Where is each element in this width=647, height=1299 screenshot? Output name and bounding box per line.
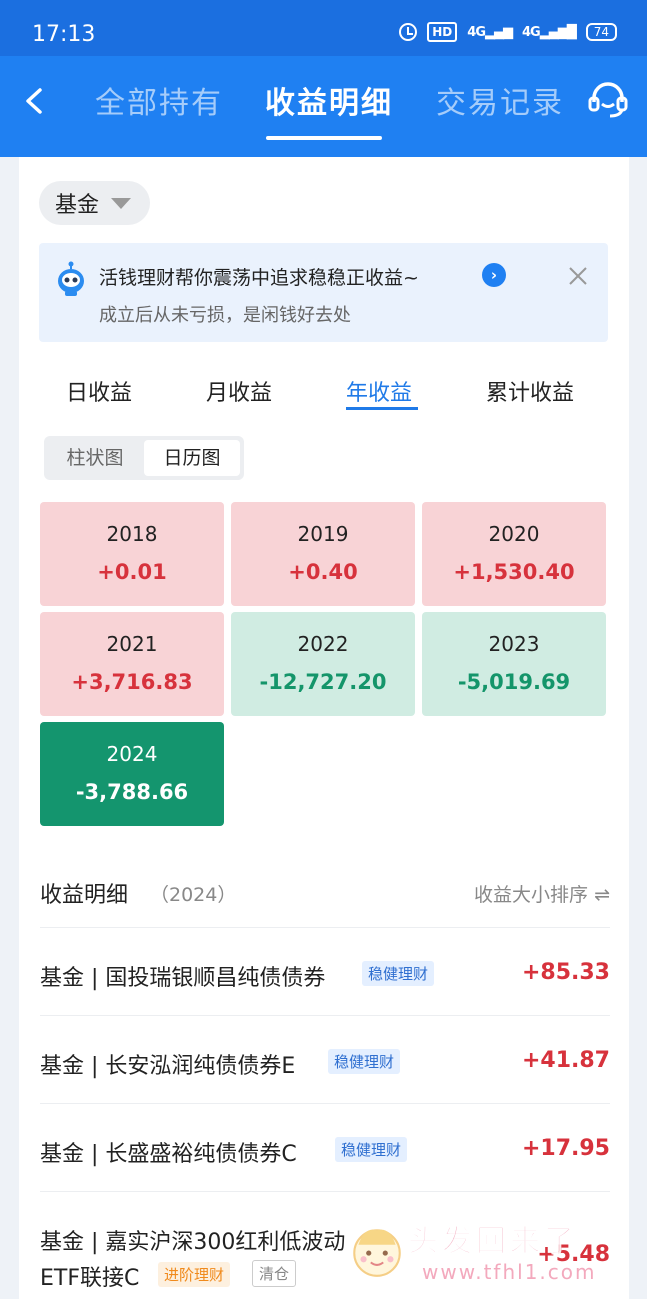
fund-name: 基金 | 嘉实沪深300红利低波动 <box>40 1230 346 1255</box>
banner-subtitle: 成立后从未亏损，是闲钱好去处 <box>99 305 351 326</box>
close-icon[interactable] <box>567 265 589 287</box>
list-item[interactable]: 基金 | 长安泓润纯债债券E 稳健理财 +41.87 <box>40 1015 610 1103</box>
header: 17:13 HD 4G▂▄▆ 4G▂▄▆█ 74 全部持有 收益明细 交易记录 <box>0 0 647 157</box>
risk-tag: 稳健理财 <box>362 961 435 986</box>
year-value: +3,716.83 <box>71 670 193 694</box>
period-tab-cumulative[interactable]: 累计收益 <box>486 375 574 407</box>
year-cell-2024[interactable]: 2024 -3,788.66 <box>40 722 224 826</box>
detail-header: 收益明细 （2024） 收益大小排序 ⇌ <box>40 877 610 909</box>
fund-name-line2: ETF联接C <box>40 1266 140 1291</box>
year-cell-2018[interactable]: 2018 +0.01 <box>40 502 224 606</box>
year-label: 2023 <box>488 632 540 656</box>
year-label: 2021 <box>106 632 158 656</box>
risk-tag: 进阶理财 <box>158 1262 231 1287</box>
view-toggle: 柱状图 日历图 <box>44 436 244 480</box>
status-time: 17:13 <box>32 22 96 47</box>
customer-service-icon[interactable] <box>586 80 630 120</box>
watermark-url: www.tfhl1.com <box>422 1260 597 1284</box>
period-tab-daily[interactable]: 日收益 <box>66 375 132 407</box>
year-value: +0.01 <box>97 560 167 584</box>
top-nav: 全部持有 收益明细 交易记录 <box>0 56 647 157</box>
sort-button[interactable]: 收益大小排序 ⇌ <box>474 880 610 907</box>
year-cell-2020[interactable]: 2020 +1,530.40 <box>422 502 606 606</box>
fund-amount: +17.95 <box>521 1136 610 1161</box>
tab-income-detail[interactable]: 收益明细 <box>265 78 393 122</box>
year-cell-2021[interactable]: 2021 +3,716.83 <box>40 612 224 716</box>
content-card: 基金 活钱理财帮你震荡中追求稳稳正收益~ › 成立后从未亏损，是闲钱好去处 日收… <box>19 157 629 1299</box>
fund-name: 基金 | 国投瑞银顺昌纯债债券 <box>40 966 326 991</box>
list-item[interactable]: 基金 | 国投瑞银顺昌纯债债券 稳健理财 +85.33 <box>40 927 610 1015</box>
robot-mascot-icon <box>58 261 84 296</box>
year-label: 2018 <box>106 522 158 546</box>
caret-down-icon <box>111 197 132 209</box>
signal-icon-1: 4G▂▄▆ <box>467 24 513 40</box>
view-bar-chart[interactable]: 柱状图 <box>50 440 140 476</box>
year-label: 2020 <box>488 522 540 546</box>
list-item[interactable]: 基金 | 长盛盛裕纯债债券C 稳健理财 +17.95 <box>40 1103 610 1191</box>
period-tab-indicator <box>346 407 418 410</box>
period-tab-yearly[interactable]: 年收益 <box>346 375 412 407</box>
risk-tag: 稳健理财 <box>328 1049 401 1074</box>
year-value: -12,727.20 <box>259 670 387 694</box>
year-value: +1,530.40 <box>453 560 575 584</box>
year-label: 2024 <box>106 742 158 766</box>
detail-year: （2024） <box>150 884 237 906</box>
year-cell-2019[interactable]: 2019 +0.40 <box>231 502 415 606</box>
risk-tag: 稳健理财 <box>335 1137 408 1162</box>
fund-amount: +85.33 <box>521 960 610 985</box>
fund-name: 基金 | 长盛盛裕纯债债券C <box>40 1142 297 1167</box>
chevron-right-icon[interactable]: › <box>482 263 506 287</box>
alarm-icon <box>399 23 418 41</box>
year-label: 2022 <box>297 632 349 656</box>
back-icon[interactable] <box>22 86 52 116</box>
year-value: -3,788.66 <box>75 780 189 804</box>
tab-all-holdings[interactable]: 全部持有 <box>95 78 223 122</box>
year-value: -5,019.69 <box>457 670 571 694</box>
fund-amount: +41.87 <box>521 1048 610 1073</box>
status-icons: HD 4G▂▄▆ 4G▂▄▆█ 74 <box>399 22 617 42</box>
asset-type-dropdown[interactable]: 基金 <box>39 181 150 225</box>
period-tab-monthly[interactable]: 月收益 <box>206 375 272 407</box>
active-tab-indicator <box>266 136 382 140</box>
promo-banner[interactable]: 活钱理财帮你震荡中追求稳稳正收益~ › 成立后从未亏损，是闲钱好去处 <box>39 243 608 342</box>
battery-icon: 74 <box>585 23 617 41</box>
watermark: 头发回来了 www.tfhl1.com <box>346 1210 636 1294</box>
fund-name: 基金 | 长安泓润纯债债券E <box>40 1054 296 1079</box>
year-cell-2023[interactable]: 2023 -5,019.69 <box>422 612 606 716</box>
status-bar: 17:13 HD 4G▂▄▆ 4G▂▄▆█ 74 <box>0 0 647 56</box>
year-label: 2019 <box>297 522 349 546</box>
watermark-face-icon <box>353 1229 401 1277</box>
year-value: +0.40 <box>288 560 358 584</box>
signal-icon-2: 4G▂▄▆█ <box>522 24 577 40</box>
detail-title: 收益明细 <box>40 883 129 908</box>
asset-type-label: 基金 <box>55 193 100 218</box>
banner-title: 活钱理财帮你震荡中追求稳稳正收益~ <box>99 267 419 289</box>
year-cell-2022[interactable]: 2022 -12,727.20 <box>231 612 415 716</box>
hd-icon: HD <box>427 22 458 42</box>
cleared-tag: 清仓 <box>252 1260 297 1287</box>
tab-transactions[interactable]: 交易记录 <box>436 78 564 122</box>
view-calendar[interactable]: 日历图 <box>144 440 240 476</box>
watermark-text: 头发回来了 <box>408 1224 578 1260</box>
